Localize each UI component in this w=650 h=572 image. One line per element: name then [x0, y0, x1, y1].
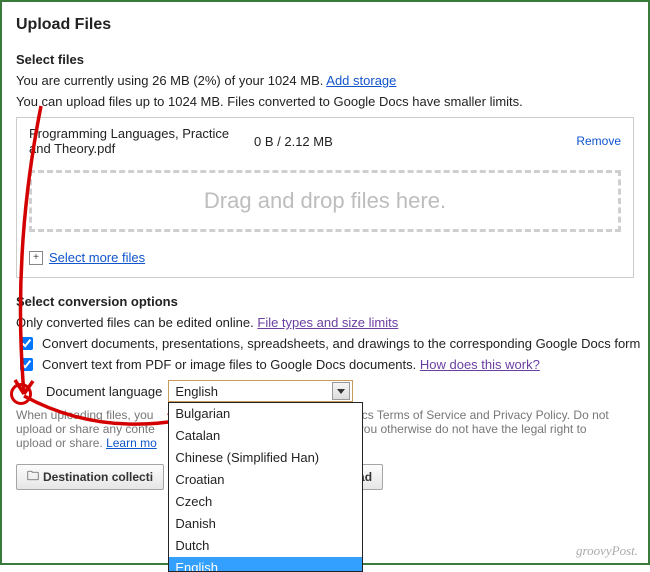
plus-icon: + — [29, 251, 43, 265]
convert-pdf-text: Convert text from PDF or image files to … — [42, 357, 420, 372]
language-option[interactable]: Danish — [169, 513, 362, 535]
add-storage-link[interactable]: Add storage — [326, 73, 396, 88]
learn-more-link[interactable]: Learn mo — [106, 436, 157, 450]
disclaimer-text: When uploading files, you — [16, 408, 153, 422]
language-select[interactable]: English — [168, 380, 353, 402]
remove-file-link[interactable]: Remove — [576, 134, 621, 148]
language-option[interactable]: Dutch — [169, 535, 362, 557]
conversion-note-prefix: Only converted files can be edited onlin… — [16, 315, 257, 330]
file-row: Programming Languages, Practice and Theo… — [17, 118, 633, 164]
destination-collection-label: Destination collecti — [43, 470, 153, 484]
storage-usage-line: You are currently using 26 MB (2%) of yo… — [16, 73, 648, 88]
convert-pdf-checkbox[interactable] — [20, 358, 33, 371]
document-language-row: Document language English Bulgarian Cata… — [46, 380, 648, 402]
select-more-files-label: Select more files — [49, 250, 145, 265]
language-option[interactable]: Croatian — [169, 469, 362, 491]
destination-collection-button[interactable]: Destination collecti — [16, 464, 164, 490]
file-size: 0 B / 2.12 MB — [254, 134, 434, 149]
language-dropdown: Bulgarian Catalan Chinese (Simplified Ha… — [168, 402, 363, 572]
disclaimer-text: upload or share any conte — [16, 422, 155, 436]
page-title: Upload Files — [16, 16, 648, 34]
convert-docs-option-row: Convert documents, presentations, spread… — [16, 336, 648, 353]
disclaimer-text: ocs Terms of Service and Privacy Policy.… — [355, 408, 609, 422]
usage-prefix: You are currently using — [16, 73, 152, 88]
select-files-header: Select files — [16, 52, 648, 67]
usage-amount: 26 MB (2%) — [152, 73, 221, 88]
dropzone[interactable]: Drag and drop files here. — [29, 170, 621, 232]
language-option[interactable]: Catalan — [169, 425, 362, 447]
convert-pdf-label: Convert text from PDF or image files to … — [42, 357, 540, 372]
usage-mid: of your — [221, 73, 268, 88]
disclaimer-text: at you otherwise do not have the legal r… — [344, 422, 586, 436]
dropzone-text: Drag and drop files here. — [204, 188, 446, 214]
how-does-this-work-link[interactable]: How does this work? — [420, 357, 540, 372]
language-selected-value: English — [175, 384, 218, 399]
language-option[interactable]: Bulgarian — [169, 403, 362, 425]
watermark: groovyPost. — [576, 543, 638, 559]
document-language-label: Document language — [46, 384, 162, 399]
chevron-down-icon — [332, 382, 350, 400]
file-types-link[interactable]: File types and size limits — [257, 315, 398, 330]
convert-docs-label: Convert documents, presentations, spread… — [42, 336, 640, 351]
conversion-note-line: Only converted files can be edited onlin… — [16, 315, 648, 330]
convert-docs-checkbox[interactable] — [20, 337, 33, 350]
file-name: Programming Languages, Practice and Theo… — [29, 126, 254, 156]
folder-icon — [27, 467, 39, 488]
usage-total: 1024 MB — [268, 73, 320, 88]
upload-limit-line: You can upload files up to 1024 MB. File… — [16, 94, 648, 109]
language-option[interactable]: Chinese (Simplified Han) — [169, 447, 362, 469]
convert-pdf-option-row: Convert text from PDF or image files to … — [16, 357, 648, 374]
conversion-options-header: Select conversion options — [16, 294, 648, 309]
language-option[interactable]: Czech — [169, 491, 362, 513]
disclaimer-text: upload or share. — [16, 436, 106, 450]
select-more-files-link[interactable]: + Select more files — [17, 242, 633, 277]
upload-box: Programming Languages, Practice and Theo… — [16, 117, 634, 278]
